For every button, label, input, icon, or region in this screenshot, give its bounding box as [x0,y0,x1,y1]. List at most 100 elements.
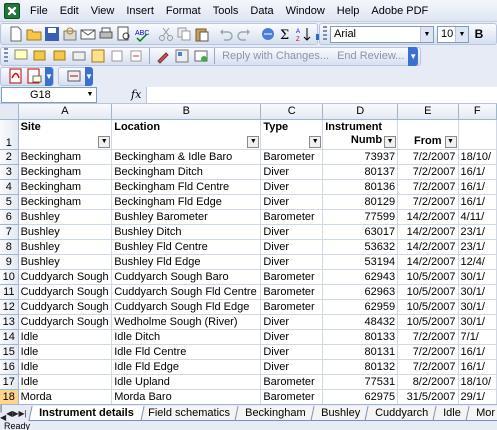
row-header[interactable]: 2 [0,149,19,165]
cell-type[interactable]: Barometer [260,284,324,300]
cell-type[interactable]: Diver [260,194,324,210]
previous-comment-icon[interactable] [31,47,48,65]
cell-site[interactable]: Beckingham [18,194,113,210]
cell-from-date[interactable]: 10/5/2007 [397,314,459,330]
toolbar-options-chevron[interactable]: ▼ [45,66,53,86]
cell-instrument-number[interactable]: 48432 [322,314,399,330]
row-header[interactable]: 17 [0,374,19,390]
cell-column-f[interactable]: 30/1/ [458,314,497,330]
autofilter-dropdown-icon[interactable]: ▼ [247,135,260,148]
menu-edit[interactable]: Edit [54,0,85,22]
chevron-down-icon[interactable]: ▼ [420,26,433,42]
cell-column-f[interactable]: 18/10/ [458,374,497,390]
sheet-tab-mor[interactable]: Mor [465,405,497,421]
cell-location[interactable]: Bushley Fld Edge [111,254,262,270]
cell-site[interactable]: Bushley [18,239,113,255]
autofilter-dropdown-icon[interactable]: ▼ [444,135,457,148]
cell-from-date[interactable]: 10/5/2007 [397,299,459,315]
print-icon[interactable] [98,25,114,43]
cell-type[interactable]: Diver [260,224,324,240]
sheet-tab-bushley[interactable]: Bushley [310,405,371,421]
header-cell-location[interactable]: Location ▼ [111,119,262,150]
menu-data[interactable]: Data [244,0,279,22]
cell-from-date[interactable]: 7/2/2007 [397,164,459,180]
spelling-icon[interactable]: ABC [134,25,150,43]
row-header[interactable]: 5 [0,194,19,210]
cell-from-date[interactable]: 14/2/2007 [397,254,459,270]
cell-from-date[interactable]: 14/2/2007 [397,239,459,255]
reviewing-pane-icon[interactable] [173,47,190,65]
cell-type[interactable]: Diver [260,359,324,375]
chevron-down-icon[interactable]: ▼ [455,26,468,42]
toolbar-grip[interactable] [4,48,8,64]
cell-location[interactable]: Beckingham Ditch [111,164,262,180]
header-cell-from[interactable]: From ▼ [397,119,459,150]
cell-from-date[interactable]: 14/2/2007 [397,224,459,240]
menu-window[interactable]: Window [280,0,331,22]
menu-format[interactable]: Format [160,0,207,22]
cell-instrument-number[interactable]: 77531 [322,374,399,390]
cell-type[interactable]: Diver [260,329,324,345]
cell-site[interactable]: Bushley [18,254,113,270]
row-header[interactable]: 15 [0,344,19,360]
cell-column-f[interactable]: 30/1/ [458,299,497,315]
cell-from-date[interactable]: 8/2/2007 [397,374,459,390]
cell-from-date[interactable]: 7/2/2007 [397,359,459,375]
cell-instrument-number[interactable]: 62963 [322,284,399,300]
chevron-down-icon[interactable]: ▼ [84,88,96,102]
header-cell-f[interactable] [458,119,497,150]
menu-insert[interactable]: Insert [120,0,160,22]
column-header-a[interactable]: A [18,104,113,120]
row-header[interactable]: 12 [0,299,19,315]
cell-column-f[interactable]: 23/1/ [458,224,497,240]
end-review-button[interactable]: End Review... [333,50,408,62]
cell-site[interactable]: Idle [18,329,113,345]
cell-from-date[interactable]: 7/2/2007 [397,149,459,165]
cell-from-date[interactable]: 7/2/2007 [397,344,459,360]
row-header[interactable]: 9 [0,254,19,270]
cell-type[interactable]: Barometer [260,389,324,404]
header-cell-type[interactable]: Type ▼ [260,119,324,150]
cell-type[interactable]: Barometer [260,374,324,390]
save-icon[interactable] [44,25,60,43]
cell-location[interactable]: Cuddyarch Sough Fld Edge [111,299,262,315]
cell-type[interactable]: Diver [260,344,324,360]
excel-app-icon[interactable] [4,2,20,19]
cell-column-f[interactable]: 16/1/ [458,164,497,180]
cell-instrument-number[interactable]: 80131 [322,344,399,360]
cell-location[interactable]: Beckingham Fld Edge [111,194,262,210]
next-comment-icon[interactable] [51,47,68,65]
cell-column-f[interactable]: 7/1/ [458,329,497,345]
cell-column-f[interactable]: 18/10/ [458,149,497,165]
cut-icon[interactable] [158,25,174,43]
cell-from-date[interactable]: 31/5/2007 [397,389,459,404]
row-header[interactable]: 16 [0,359,19,375]
cell-instrument-number[interactable]: 62943 [322,269,399,285]
cell-site[interactable]: Idle [18,344,113,360]
acrobat-review-icon[interactable] [66,67,82,85]
cell-location[interactable]: Idle Fld Edge [111,359,262,375]
cell-site[interactable]: Beckingham [18,179,113,195]
copy-icon[interactable] [176,25,192,43]
redo-icon[interactable] [236,25,252,43]
toolbar-grip[interactable] [323,26,327,42]
cell-location[interactable]: Beckingham & Idle Baro [111,149,262,165]
cell-site[interactable]: Cuddyarch Sough [18,299,113,315]
insert-function-button[interactable]: fx [131,88,141,101]
cell-site[interactable]: Cuddyarch Sough [18,314,113,330]
cell-from-date[interactable]: 14/2/2007 [397,209,459,225]
cell-location[interactable]: Beckingham Fld Centre [111,179,262,195]
cell-type[interactable]: Diver [260,314,324,330]
cell-instrument-number[interactable]: 63017 [322,224,399,240]
send-review-icon[interactable] [193,47,210,65]
row-header[interactable]: 13 [0,314,19,330]
sheet-tab-instrument-details[interactable]: Instrument details [28,405,145,421]
autofilter-dropdown-icon[interactable]: ▼ [98,135,111,148]
cell-location[interactable]: Idle Upland [111,374,262,390]
reply-with-changes-button[interactable]: Reply with Changes... [218,50,333,62]
name-box[interactable]: G18 ▼ [1,86,97,103]
header-cell-instrument[interactable]: Instrument Numb ▼ [322,119,399,150]
cell-type[interactable]: Barometer [260,299,324,315]
row-header[interactable]: 6 [0,209,19,225]
cell-type[interactable]: Barometer [260,149,324,165]
